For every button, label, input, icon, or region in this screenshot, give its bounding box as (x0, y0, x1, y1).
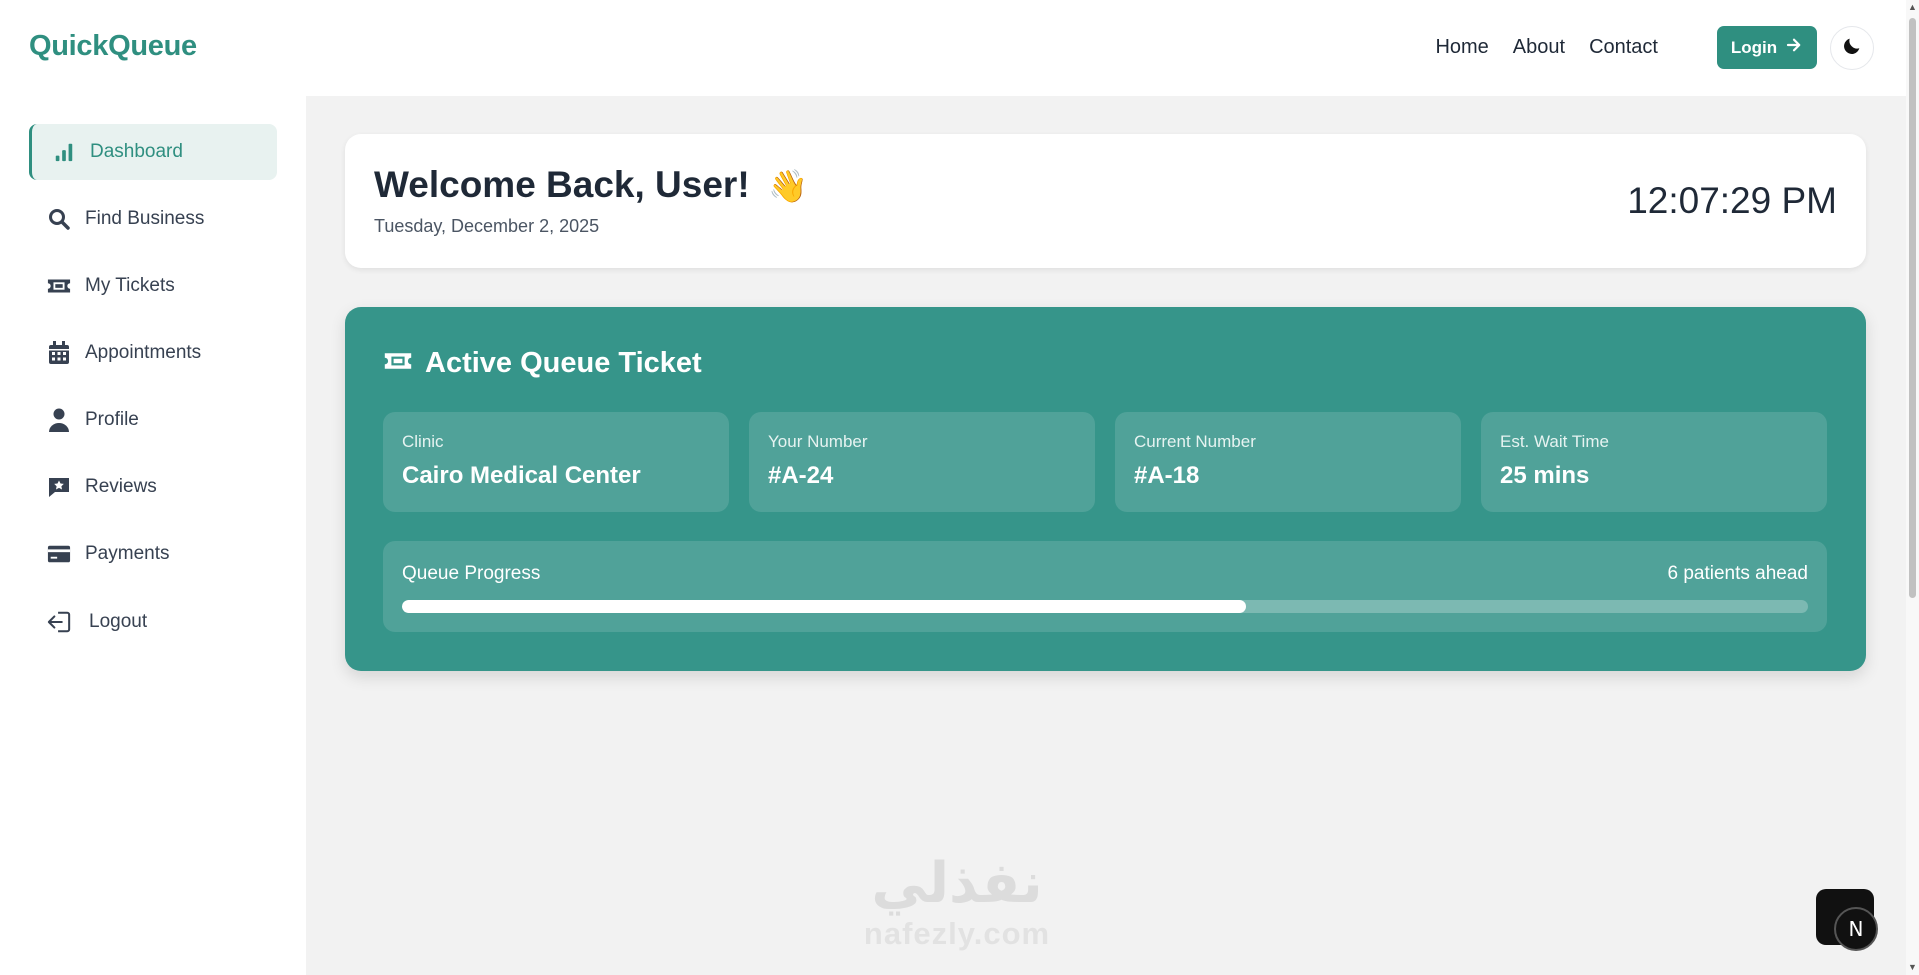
sidebar-item-appointments[interactable]: Appointments (29, 325, 277, 381)
moon-icon (1841, 35, 1863, 62)
info-label: Clinic (402, 432, 444, 451)
search-icon (47, 207, 71, 231)
welcome-card: Welcome Back, User! 👋 Tuesday, December … (345, 134, 1866, 268)
progress-label: Queue Progress (402, 563, 541, 584)
user-icon (47, 408, 71, 432)
ticket-icon (47, 274, 71, 298)
ticket-title: Active Queue Ticket (425, 347, 702, 379)
page-scrollbar[interactable]: ▲ ▼ (1906, 0, 1919, 975)
current-number-card: Current Number #A-18 (1115, 412, 1461, 512)
sidebar-item-dashboard[interactable]: Dashboard (29, 124, 277, 180)
watermark: نفذلي nafezly.com (852, 856, 1062, 952)
sidebar-item-label: Reviews (85, 476, 157, 497)
clinic-card: Clinic Cairo Medical Center (383, 412, 729, 512)
nav-contact-link[interactable]: Contact (1589, 36, 1658, 59)
current-date: Tuesday, December 2, 2025 (374, 216, 600, 236)
your-number-card: Your Number #A-24 (749, 412, 1095, 512)
scroll-up-icon[interactable]: ▲ (1908, 2, 1917, 12)
sidebar-item-label: Find Business (85, 208, 205, 229)
info-label: Est. Wait Time (1500, 432, 1609, 451)
theme-toggle-button[interactable] (1830, 26, 1874, 70)
current-time: 12:07:29 PM (1627, 180, 1837, 221)
sidebar-item-profile[interactable]: Profile (29, 392, 277, 448)
calendar-icon (47, 341, 71, 365)
scroll-thumb[interactable] (1909, 18, 1916, 598)
progress-track (402, 600, 1808, 613)
sidebar-item-reviews[interactable]: Reviews (29, 459, 277, 515)
watermark-latin: nafezly.com (863, 916, 1051, 951)
wait-time-card: Est. Wait Time 25 mins (1481, 412, 1827, 512)
sidebar-item-label: My Tickets (85, 275, 175, 296)
progress-fill (402, 600, 1246, 613)
info-label: Your Number (768, 432, 868, 451)
scroll-down-icon[interactable]: ▼ (1908, 962, 1917, 972)
review-icon (47, 475, 71, 499)
sidebar-item-label: Dashboard (90, 141, 183, 162)
info-value: #A-18 (1134, 462, 1200, 489)
bar-chart-icon (52, 140, 76, 164)
sidebar-item-my-tickets[interactable]: My Tickets (29, 258, 277, 314)
info-label: Current Number (1134, 432, 1256, 451)
welcome-heading: Welcome Back, User! 👋 (374, 164, 808, 206)
login-label: Login (1730, 37, 1778, 57)
sidebar-item-payments[interactable]: Payments (29, 526, 277, 582)
ticket-heading: Active Queue Ticket (383, 347, 702, 380)
main-nav: Home About Contact (1435, 36, 1658, 59)
sidebar-item-logout[interactable]: Logout (29, 594, 277, 650)
sidebar-item-label: Appointments (85, 342, 202, 363)
info-value: Cairo Medical Center (402, 462, 641, 489)
welcome-title-text: Welcome Back, User! (374, 164, 750, 205)
sidebar-item-label: Payments (85, 543, 170, 564)
sidebar-item-label: Profile (85, 409, 139, 430)
brand-logo[interactable]: QuickQueue (29, 30, 197, 63)
next-logo-icon[interactable]: N (1834, 907, 1878, 951)
sidebar-item-find-business[interactable]: Find Business (29, 191, 277, 247)
ticket-icon (383, 347, 413, 380)
patients-ahead: 6 patients ahead (1667, 563, 1808, 584)
nav-home-link[interactable]: Home (1435, 36, 1488, 59)
watermark-arabic: نفذلي (871, 851, 1043, 916)
wave-emoji: 👋 (767, 168, 808, 204)
sidebar: Dashboard Find Business My Tickets Appoi… (0, 96, 306, 975)
logout-icon (47, 610, 71, 634)
top-navbar: QuickQueue Home About Contact Login (0, 0, 1906, 96)
arrow-right-icon (1785, 36, 1803, 59)
info-value: 25 mins (1500, 462, 1590, 489)
credit-card-icon (47, 542, 71, 566)
queue-progress-panel: Queue Progress 6 patients ahead (383, 541, 1827, 632)
active-ticket-card: Active Queue Ticket Clinic Cairo Medical… (345, 307, 1866, 671)
info-value: #A-24 (768, 462, 834, 489)
sidebar-item-label: Logout (89, 611, 148, 632)
nav-about-link[interactable]: About (1513, 36, 1565, 59)
login-button[interactable]: Login (1717, 26, 1817, 69)
